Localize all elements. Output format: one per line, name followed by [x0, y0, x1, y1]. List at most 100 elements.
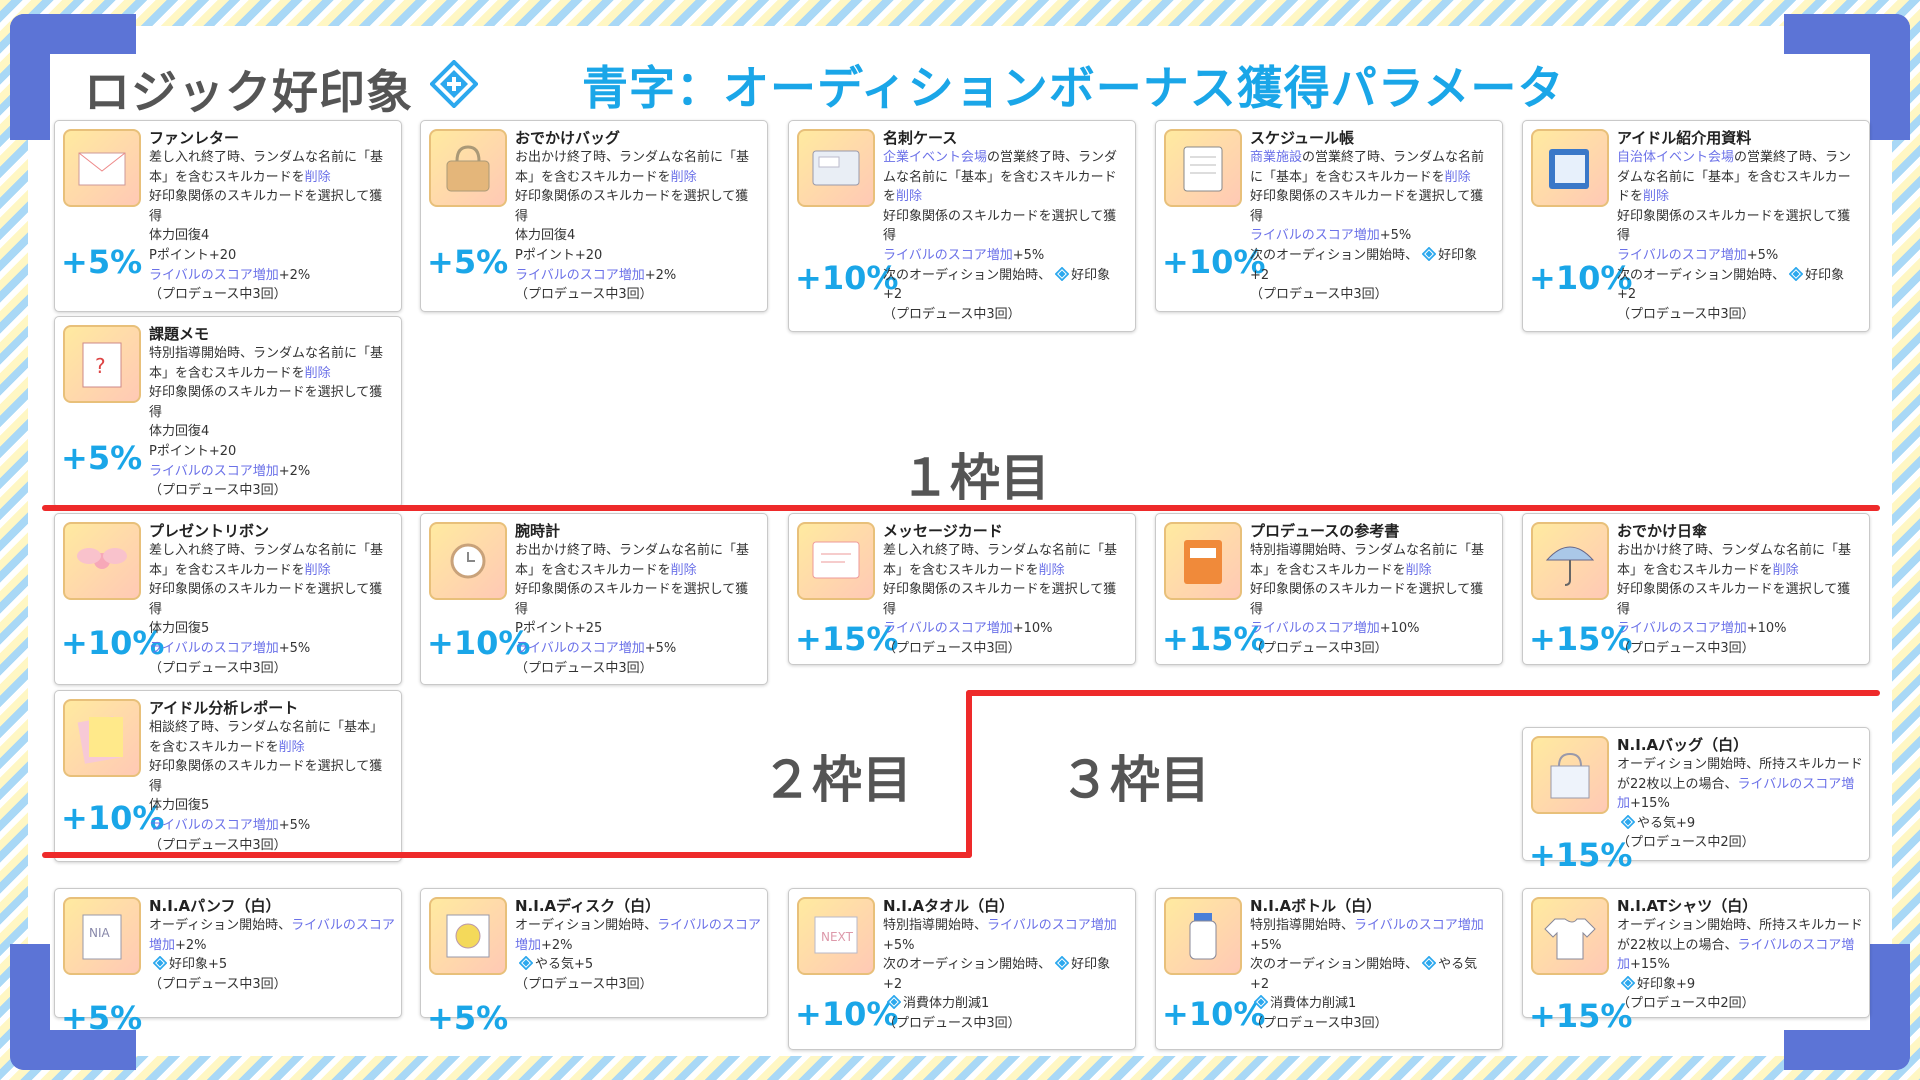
audition-bonus-text: 企業イベント会場: [883, 150, 988, 165]
folder-icon: [1531, 129, 1609, 207]
bottle-icon: [1164, 897, 1242, 975]
audition-bonus-text: ライバルのスコア増加: [1354, 918, 1484, 933]
audition-bonus-text: ライバルのスコア増加: [987, 918, 1117, 933]
slot-label-3: ３枠目: [1060, 751, 1210, 809]
effect-line: （プロデュース中3回）: [1617, 305, 1863, 325]
effect-text: 好印象関係のスキルカードを選択して獲得: [1617, 208, 1851, 244]
status-icon: [1051, 956, 1071, 972]
effect-text: Pポイント+25: [515, 621, 603, 637]
item-card: +10% アイドル紹介用資料 自治体イベント会場の営業終了時、ランダムな名前に「基本…: [1522, 120, 1870, 332]
item-card: +5% おでかけバッグ お出かけ終了時、ランダムな名前に「基本」を含むスキルカードを…: [420, 120, 768, 312]
effect-line: 次のオーディション開始時、 やる気+2: [1250, 955, 1496, 994]
slot-label-1: １枠目: [900, 449, 1050, 507]
effect-text: Pポイント+20: [149, 443, 237, 459]
effect-text: Pポイント+20: [515, 247, 603, 263]
audition-bonus-text: 削除: [278, 739, 305, 755]
status-icon: [883, 995, 903, 1011]
memo-icon: ?: [63, 325, 141, 403]
effect-text: 特別指導開始時、ランダムな名前に「基本」を含むスキルカードを: [1250, 543, 1485, 578]
effect-line: ライバルのスコア増加+5%: [1250, 226, 1496, 246]
report-icon: [63, 699, 141, 777]
item-name: おでかけ日傘: [1617, 522, 1708, 540]
effect-text: +10%: [1012, 621, 1053, 637]
status-icon: [515, 956, 535, 972]
page-subtitle: 青字：オーディションボーナス獲得パラメータ: [582, 61, 1565, 115]
bonus-percent: +5%: [427, 243, 509, 281]
item-card: +10% プレゼントリボン 差し入れ終了時、ランダムな名前に「基本」を含むスキルカー…: [54, 513, 402, 685]
effect-line: 好印象関係のスキルカードを選択して獲得: [515, 580, 761, 619]
effect-text: +5%: [278, 640, 311, 656]
effect-line: ライバルのスコア増加+5%: [883, 246, 1129, 266]
item-card: NIA +5% N.I.Aパンフ（白） オーディション開始時、ライバルのスコア増加+2…: [54, 888, 402, 1037]
effect-line: 好印象関係のスキルカードを選択して獲得: [149, 383, 395, 422]
effect-text: 次のオーディション開始時、: [1250, 247, 1419, 263]
audition-bonus-text: ライバルのスコア増加: [515, 640, 645, 656]
effect-text: 体力回復4: [149, 228, 210, 244]
item-card: +15% N.I.ATシャツ（白） オーディション開始時、所持スキルカードが22枚以…: [1522, 888, 1870, 1035]
item-name: N.I.Aバッグ（白）: [1617, 736, 1749, 754]
slot-divider-middle: [966, 690, 1880, 696]
item-card: +10% スケジュール帳 商業施設の営業終了時、ランダムな名前に「基本」を含むスキル…: [1155, 120, 1503, 312]
item-name: アイドル分析レポート: [149, 699, 299, 717]
audition-bonus-text: ライバルのスコア増加: [149, 817, 279, 833]
effect-text: （プロデュース中3回）: [149, 483, 287, 499]
effect-line: 特別指導開始時、ライバルのスコア増加 +5%: [1250, 916, 1496, 955]
effect-line: オーディション開始時、ライバルのスコア増加+2%: [149, 916, 395, 955]
effect-line: 次のオーディション開始時、 好印象+2: [1250, 246, 1496, 285]
effect-line: 体力回復4: [149, 226, 395, 246]
effect-line: 差し入れ終了時、ランダムな名前に「基本」を含むスキルカードを削除: [883, 541, 1129, 580]
effect-line: （プロデュース中3回）: [149, 659, 395, 679]
status-icon: [1617, 814, 1637, 831]
audition-bonus-text: ライバルのスコア増加: [1250, 228, 1380, 244]
effect-line: （プロデュース中3回）: [149, 481, 395, 501]
item-card: ? +5% 課題メモ 特別指導開始時、ランダムな名前に「基本」を含むスキルカードを削除…: [54, 316, 402, 508]
effect-text: オーディション開始時、: [515, 918, 658, 933]
effect-line: 好印象関係のスキルカードを選択して獲得: [1250, 187, 1496, 226]
effect-text: （プロデュース中3回）: [149, 660, 287, 676]
item-card: +5% ファンレター 差し入れ終了時、ランダムな名前に「基本」を含むスキルカードを削…: [54, 120, 402, 312]
effect-text: 次のオーディション開始時、: [1617, 267, 1786, 283]
page-title: ロジック好印象: [84, 65, 413, 119]
effect-text: 特別指導開始時、ランダムな名前に「基本」を含むスキルカードを: [149, 346, 384, 381]
item-name: 名刺ケース: [883, 129, 958, 147]
effect-text: （プロデュース中3回）: [149, 837, 287, 853]
effect-line: ライバルのスコア増加+2%: [515, 266, 761, 286]
audition-bonus-text: ライバルのスコア増加: [515, 267, 645, 283]
effect-line: （プロデュース中2回）: [1617, 994, 1863, 1014]
effect-text: （プロデュース中3回）: [883, 306, 1021, 322]
effect-text: +15%: [1630, 796, 1670, 812]
letter-icon: [63, 129, 141, 207]
effect-line: 特別指導開始時、ランダムな名前に「基本」を含むスキルカードを削除: [149, 344, 395, 383]
effect-line: オーディション開始時、所持スキルカードが22枚以上の場合、ライバルのスコア増加+…: [1617, 916, 1863, 975]
pamphlet-icon: NIA: [63, 897, 141, 975]
effect-text: お出かけ終了時、ランダムな名前に「基本」を含むスキルカードを: [1617, 543, 1852, 578]
effect-text: 好印象関係のスキルカードを選択して獲得: [1617, 582, 1851, 617]
item-card: +10% 名刺ケース 企業イベント会場の営業終了時、ランダムな名前に「基本」を含むス…: [788, 120, 1136, 332]
effect-text: +10%: [1379, 621, 1420, 637]
effect-text: （プロデュース中3回）: [149, 976, 287, 992]
effect-line: 次のオーディション開始時、 好印象+2: [1617, 266, 1863, 305]
effect-text: 好印象関係のスキルカードを選択して獲得: [883, 208, 1117, 244]
good-impression-icon: [429, 59, 479, 109]
effect-line: （プロデュース中3回）: [883, 639, 1129, 659]
effect-line: 相談終了時、ランダムな名前に「基本」を含むスキルカードを削除: [149, 718, 395, 757]
effect-text: 相談終了時、ランダムな名前に「基本」を含むスキルカードを: [149, 720, 384, 755]
effect-text: 次のオーディション開始時、: [883, 267, 1052, 283]
bag-icon: [429, 129, 507, 207]
effect-line: 体力回復5: [149, 796, 395, 816]
effect-text: 消費体力削減1: [903, 996, 990, 1012]
item-name: N.I.Aディスク（白）: [515, 897, 661, 915]
audition-bonus-text: 削除: [896, 189, 923, 205]
audition-bonus-text: 削除: [670, 562, 697, 578]
item-name: 課題メモ: [149, 325, 210, 343]
effect-text: 好印象関係のスキルカードを選択して獲得: [149, 759, 383, 794]
status-icon: [1617, 975, 1637, 992]
effect-text: 体力回復4: [149, 424, 210, 440]
effect-line: 次のオーディション開始時、 好印象+2: [883, 266, 1129, 305]
effect-line: 好印象+5: [149, 955, 395, 975]
effect-line: 好印象関係のスキルカードを選択して獲得: [149, 757, 395, 796]
effect-text: （プロデュース中3回）: [1617, 640, 1755, 656]
effect-line: 体力回復4: [149, 422, 395, 442]
tshirt-icon: [1531, 897, 1609, 975]
item-card: NEXT +10% N.I.Aタオル（白） 特別指導開始時、ライバルのスコア増加+5%…: [788, 888, 1136, 1050]
